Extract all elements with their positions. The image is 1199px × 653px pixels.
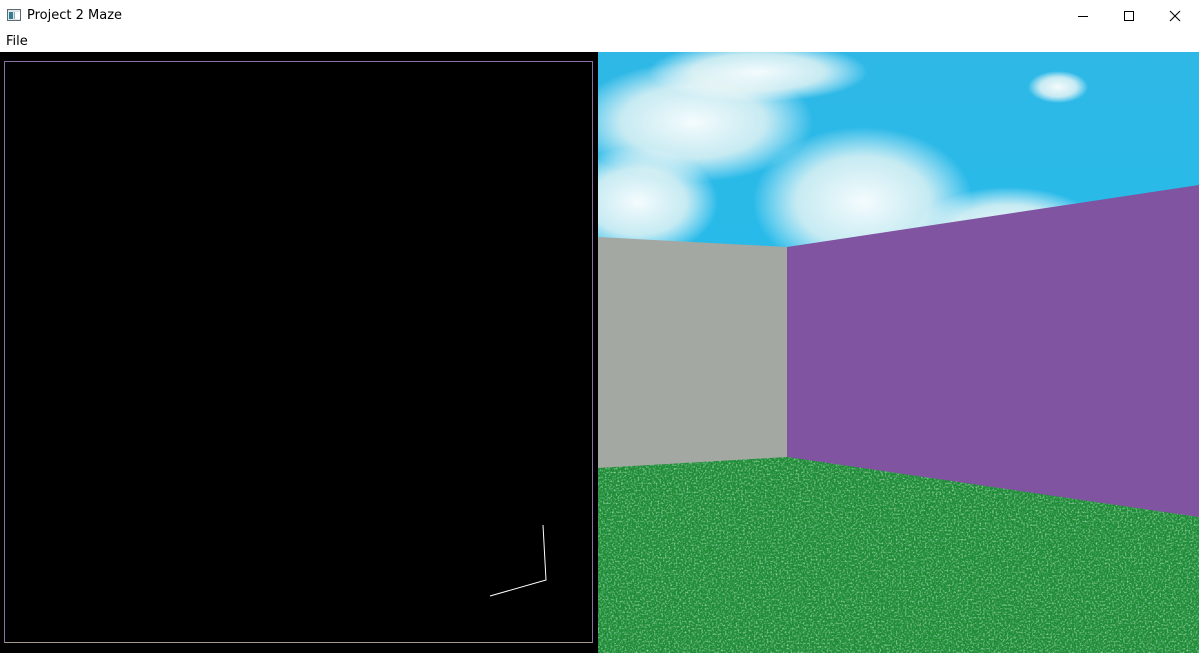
maximize-button[interactable] — [1106, 0, 1152, 31]
minimize-icon — [1078, 15, 1088, 17]
close-button[interactable] — [1152, 0, 1198, 31]
minimize-button[interactable] — [1060, 0, 1106, 31]
maze-3d-canvas — [598, 52, 1199, 653]
window-title: Project 2 Maze — [27, 8, 123, 23]
first-person-view[interactable] — [598, 52, 1199, 653]
menu-bar: File — [0, 31, 1199, 52]
close-icon — [1169, 10, 1181, 21]
left-wall — [598, 237, 787, 468]
cloud — [1028, 71, 1088, 103]
title-bar[interactable]: Project 2 Maze — [0, 0, 1199, 31]
maze-app-icon — [7, 9, 21, 21]
maze-map-canvas — [489, 524, 547, 597]
menu-file[interactable]: File — [6, 34, 28, 49]
maze-map-panel[interactable] — [0, 52, 598, 653]
viewer-frustum-marker — [489, 524, 547, 597]
maximize-icon — [1124, 10, 1134, 21]
